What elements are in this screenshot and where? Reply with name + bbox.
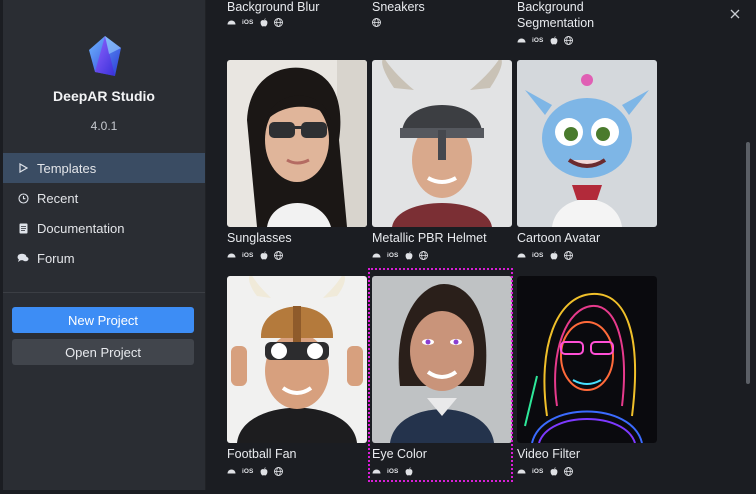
apple-icon — [260, 17, 268, 27]
template-title: Background Blur — [227, 0, 320, 14]
template-title: Metallic PBR Helmet — [372, 231, 487, 245]
android-icon — [227, 466, 236, 476]
android-icon — [517, 35, 526, 45]
web-globe-icon — [273, 466, 283, 476]
sidebar-item-label: Forum — [37, 250, 75, 266]
template-title: Eye Color — [372, 447, 427, 461]
apple-icon — [260, 466, 268, 476]
sidebar-item-label: Recent — [37, 190, 79, 206]
sidebar-item-templates[interactable]: Templates — [3, 153, 205, 183]
web-globe-icon — [563, 250, 573, 260]
sidebar: DeepAR Studio 4.0.1 Templates Recent Doc… — [3, 0, 206, 490]
template-thumbnail-eye-color — [372, 276, 512, 443]
android-icon — [372, 250, 381, 260]
app-title: DeepAR Studio — [53, 88, 155, 104]
template-thumbnail-football-fan — [227, 276, 367, 443]
web-globe-icon — [273, 17, 283, 27]
play-outline-icon — [17, 162, 29, 174]
sidebar-item-documentation[interactable]: Documentation — [3, 213, 205, 243]
app-window: DeepAR Studio 4.0.1 Templates Recent Doc… — [0, 0, 756, 494]
deepar-logo — [89, 36, 121, 76]
platform-icons — [372, 17, 381, 27]
web-globe-icon — [372, 17, 381, 27]
template-thumbnail-video-filter — [517, 276, 657, 443]
apple-icon — [405, 466, 413, 476]
ios-label: iOS — [532, 251, 544, 259]
apple-icon — [405, 250, 413, 260]
platform-icons: iOS — [517, 35, 573, 45]
ios-label: iOS — [242, 18, 254, 26]
template-thumbnail-cartoon-avatar — [517, 60, 657, 227]
web-globe-icon — [563, 466, 573, 476]
platform-icons: iOS — [372, 250, 428, 260]
android-icon — [517, 250, 526, 260]
platform-icons: iOS — [517, 250, 573, 260]
open-project-button[interactable]: Open Project — [12, 339, 194, 365]
clock-icon — [17, 192, 29, 204]
sidebar-divider — [3, 292, 205, 293]
android-icon — [517, 466, 526, 476]
template-title: Football Fan — [227, 447, 297, 461]
platform-icons: iOS — [227, 250, 283, 260]
template-title-line2: Segmentation — [517, 16, 595, 30]
template-title: Sneakers — [372, 0, 425, 14]
platform-icons: iOS — [227, 17, 283, 27]
document-icon — [17, 222, 29, 234]
platform-icons: iOS — [227, 466, 283, 476]
ios-label: iOS — [532, 467, 544, 475]
apple-icon — [550, 250, 558, 260]
template-thumbnail-metallic-pbr-helmet — [372, 60, 512, 227]
ios-label: iOS — [242, 467, 254, 475]
sidebar-item-label: Templates — [37, 160, 97, 176]
close-icon[interactable] — [728, 7, 742, 21]
apple-icon — [550, 466, 558, 476]
android-icon — [227, 17, 236, 27]
web-globe-icon — [563, 35, 573, 45]
android-icon — [372, 466, 381, 476]
platform-icons: iOS — [372, 466, 413, 476]
apple-icon — [260, 250, 268, 260]
ios-label: iOS — [242, 251, 254, 259]
template-thumbnail-sunglasses — [227, 60, 367, 227]
sidebar-nav: Templates Recent Documentation Forum — [3, 153, 205, 273]
ios-label: iOS — [387, 251, 399, 259]
apple-icon — [550, 35, 558, 45]
templates-grid: Background Blur iOS Sneakers Background … — [206, 0, 746, 494]
chat-bubbles-icon — [17, 252, 29, 264]
android-icon — [227, 250, 236, 260]
sidebar-item-forum[interactable]: Forum — [3, 243, 205, 273]
web-globe-icon — [273, 250, 283, 260]
template-title: Video Filter — [517, 447, 580, 461]
sidebar-item-label: Documentation — [37, 220, 125, 236]
platform-icons: iOS — [517, 466, 573, 476]
ios-label: iOS — [532, 36, 544, 44]
app-version: 4.0.1 — [90, 119, 118, 133]
sidebar-item-recent[interactable]: Recent — [3, 183, 205, 213]
new-project-button[interactable]: New Project — [12, 307, 194, 333]
template-title: Sunglasses — [227, 231, 292, 245]
template-title: Background — [517, 0, 584, 14]
template-title: Cartoon Avatar — [517, 231, 601, 245]
scrollbar-thumb[interactable] — [746, 142, 750, 384]
web-globe-icon — [418, 250, 428, 260]
ios-label: iOS — [387, 467, 399, 475]
